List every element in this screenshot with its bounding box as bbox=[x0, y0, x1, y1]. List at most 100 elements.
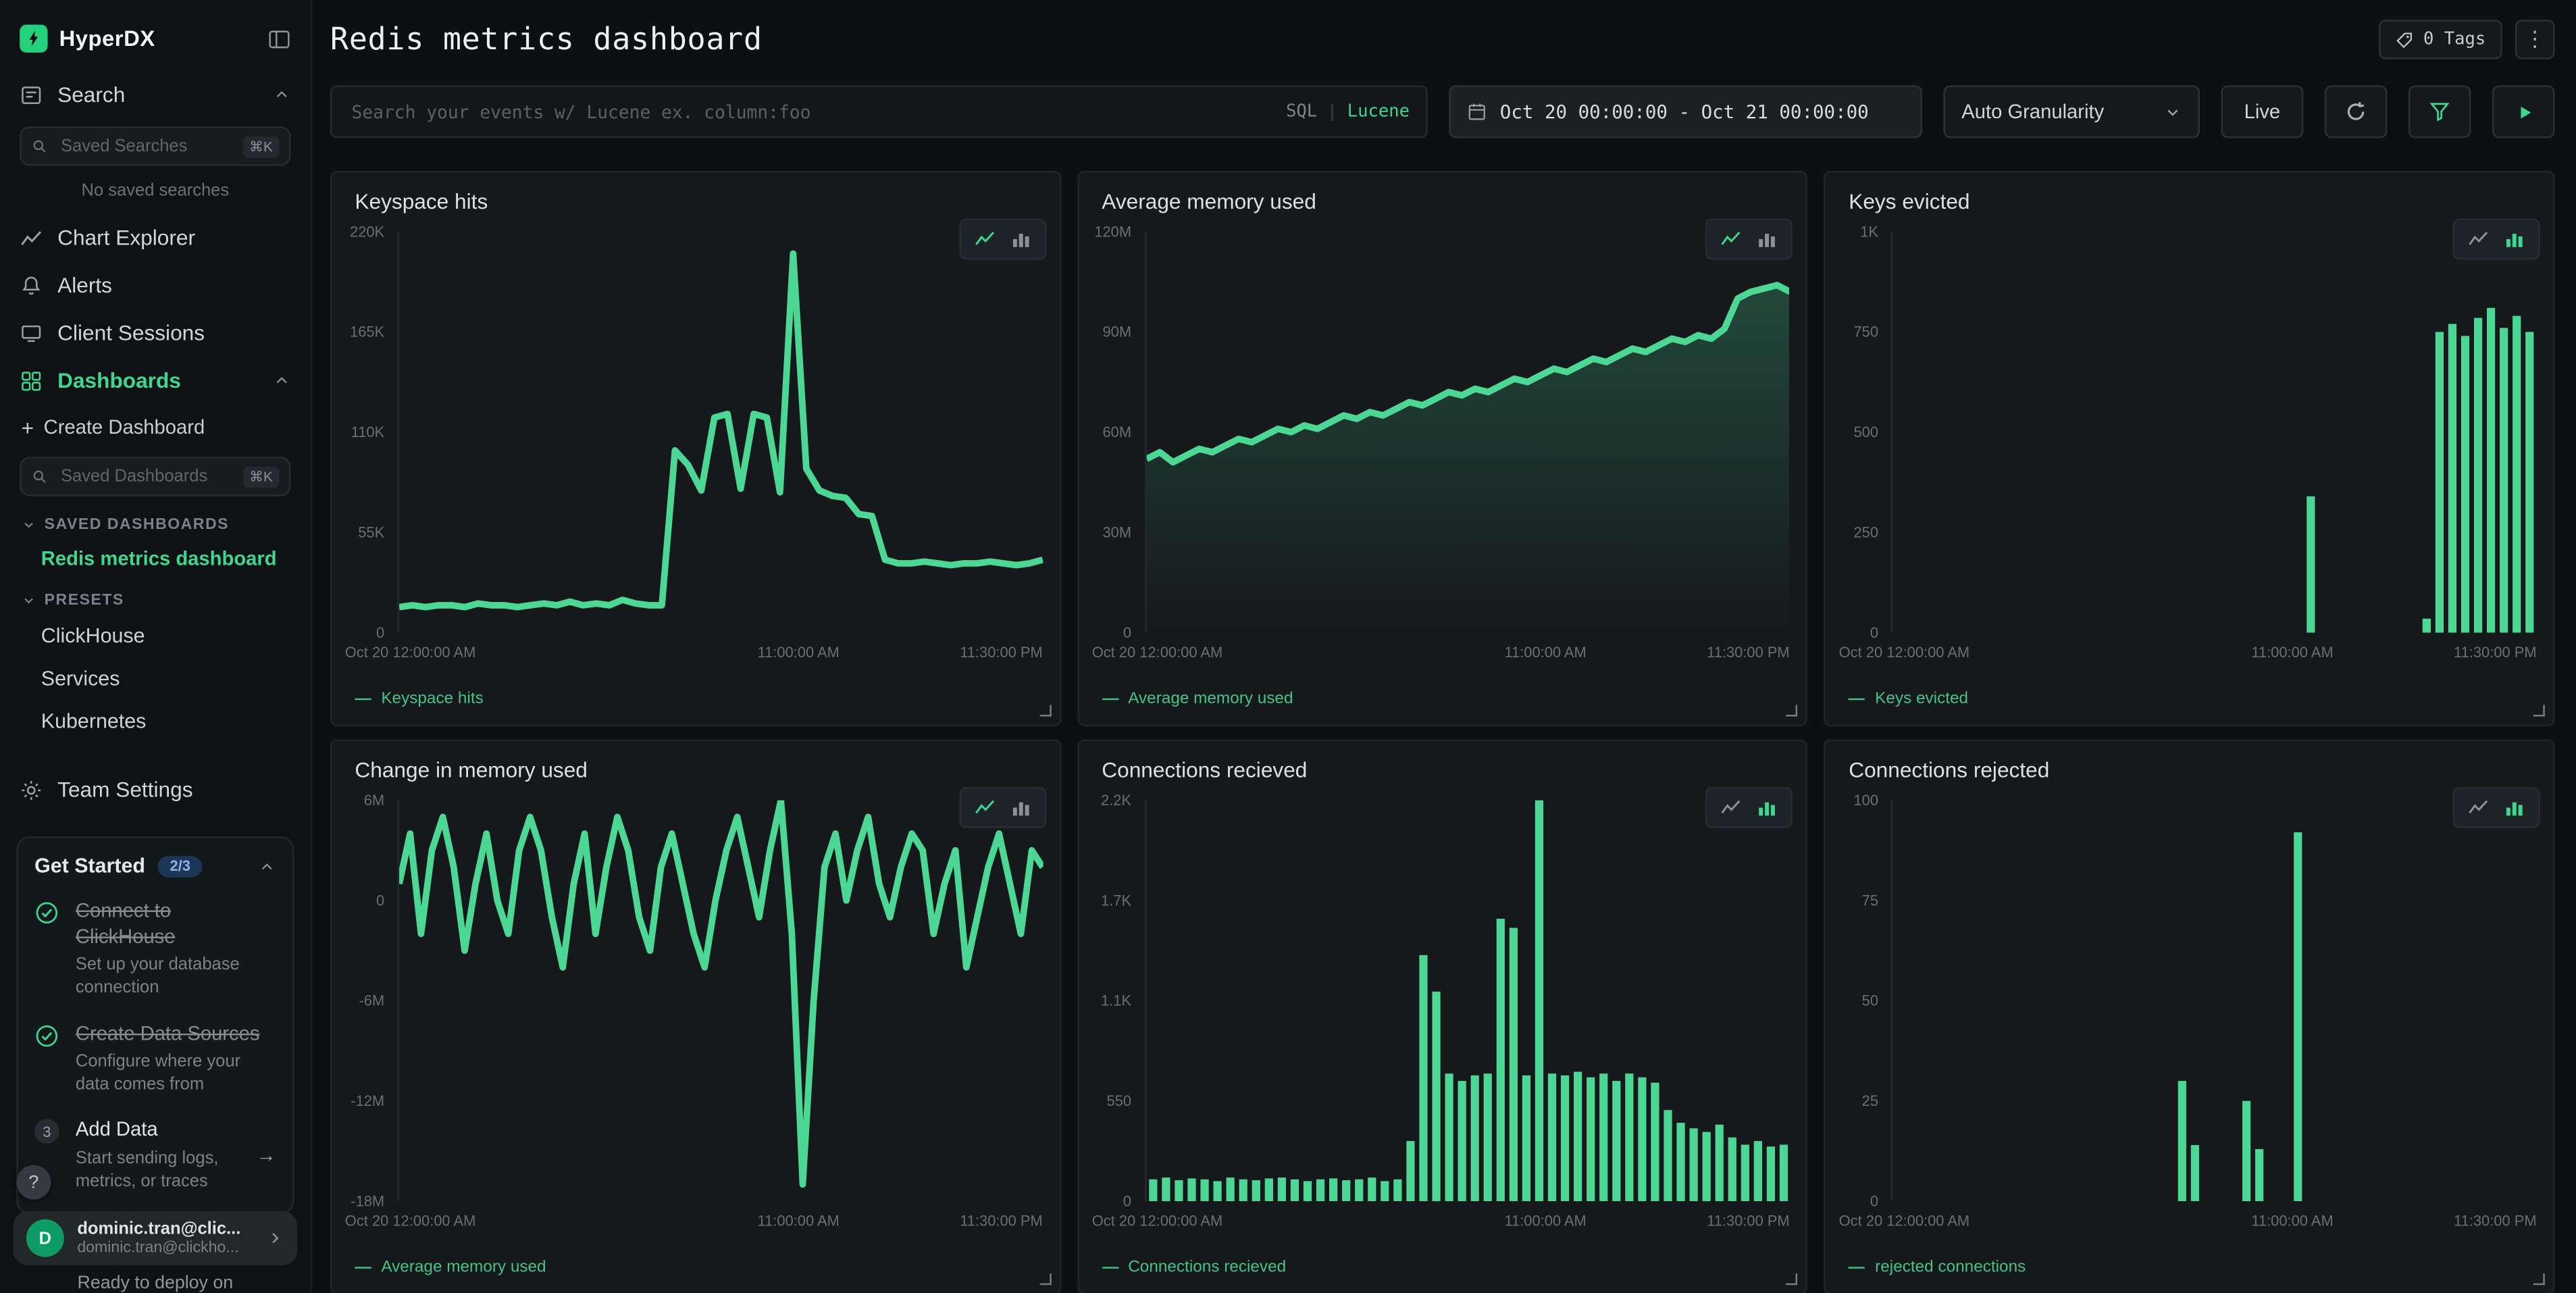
bar-chart-icon[interactable] bbox=[2504, 228, 2525, 250]
bar-chart-icon[interactable] bbox=[1010, 797, 1031, 819]
line-chart-icon[interactable] bbox=[2467, 797, 2489, 819]
chart-panel: Average memory used 120M90M60M30M0 Oct 2… bbox=[1077, 171, 1808, 726]
create-dashboard-button[interactable]: + Create Dashboard bbox=[0, 404, 311, 449]
panel-resize-handle[interactable] bbox=[1039, 1273, 1051, 1285]
x-tick-label: 11:30:00 PM bbox=[2454, 1213, 2537, 1229]
sidebar-item-search[interactable]: Search bbox=[0, 71, 311, 119]
y-tick-label: 1.7K bbox=[1101, 892, 1131, 909]
sidebar-item-alerts[interactable]: Alerts bbox=[0, 261, 311, 309]
sidebar-item-team-settings[interactable]: Team Settings bbox=[0, 765, 311, 813]
line-chart-icon[interactable] bbox=[974, 228, 996, 250]
saved-dashboards-search[interactable]: ⌘K bbox=[20, 457, 290, 496]
sidebar-item-dashboards[interactable]: Dashboards bbox=[0, 357, 311, 405]
play-button[interactable] bbox=[2492, 85, 2554, 138]
panel-resize-handle[interactable] bbox=[1039, 705, 1051, 716]
event-search-input[interactable] bbox=[349, 99, 1273, 124]
tags-button[interactable]: 0 Tags bbox=[2379, 20, 2502, 59]
shortcut-badge: ⌘K bbox=[243, 136, 280, 157]
kebab-menu-button[interactable]: ⋮ bbox=[2515, 20, 2554, 59]
get-started-item-connect[interactable]: Connect to ClickHouse Set up your databa… bbox=[34, 899, 276, 1000]
y-tick-label: 0 bbox=[1870, 624, 1878, 640]
get-started-header[interactable]: Get Started 2/3 bbox=[34, 855, 276, 878]
y-tick-label: 30M bbox=[1102, 524, 1131, 540]
x-tick-label: 11:30:00 PM bbox=[960, 644, 1043, 661]
line-chart-icon[interactable] bbox=[1721, 797, 1743, 819]
user-menu[interactable]: D dominic.tran@clic... dominic.tran@clic… bbox=[13, 1211, 297, 1265]
chart-legend-label: Connections recieved bbox=[1128, 1259, 1286, 1277]
y-tick-label: 0 bbox=[1123, 1193, 1131, 1209]
chart-plot bbox=[398, 232, 1043, 633]
get-started-item-sources[interactable]: Create Data Sources Configure where your… bbox=[34, 1021, 276, 1097]
panel-resize-handle[interactable] bbox=[1786, 1273, 1798, 1285]
help-button[interactable]: ? bbox=[16, 1165, 51, 1200]
chart-plot bbox=[1145, 801, 1790, 1202]
chart-legend: rejected connections bbox=[1849, 1259, 2026, 1277]
saved-dashboards-section[interactable]: SAVED DASHBOARDS bbox=[0, 503, 311, 539]
saved-searches-input[interactable] bbox=[57, 134, 233, 157]
date-range-picker[interactable]: Oct 20 00:00:00 - Oct 21 00:00:00 bbox=[1449, 85, 1922, 138]
dashboard-grid-icon bbox=[20, 369, 44, 392]
team-settings-label: Team Settings bbox=[57, 778, 192, 802]
search-icon bbox=[31, 138, 47, 154]
filter-button[interactable] bbox=[2408, 85, 2471, 138]
legend-marker bbox=[355, 699, 371, 700]
saved-searches-search[interactable]: ⌘K bbox=[20, 126, 290, 166]
y-tick-label: 0 bbox=[1870, 1193, 1878, 1209]
chart-line-icon bbox=[20, 226, 44, 249]
panel-resize-handle[interactable] bbox=[2533, 705, 2545, 716]
get-started-item-add-data[interactable]: 3 Add Data Start sending logs, metrics, … bbox=[34, 1118, 276, 1194]
line-chart-icon[interactable] bbox=[1721, 228, 1743, 250]
preset-services[interactable]: Services bbox=[0, 657, 311, 700]
granularity-select[interactable]: Auto Granularity bbox=[1944, 85, 2200, 138]
refresh-icon bbox=[2344, 100, 2367, 123]
y-tick-label: 1K bbox=[1860, 224, 1878, 240]
panel-resize-handle[interactable] bbox=[2533, 1273, 2545, 1285]
page-title: Redis metrics dashboard bbox=[330, 22, 763, 57]
x-tick-label: Oct 20 12:00:00 AM bbox=[1092, 1213, 1223, 1229]
chevron-up-icon bbox=[258, 857, 276, 875]
presets-section[interactable]: PRESETS bbox=[0, 578, 311, 615]
chart-svg bbox=[1146, 232, 1790, 633]
event-search[interactable]: SQL | Lucene bbox=[330, 85, 1428, 138]
y-tick-label: -18M bbox=[351, 1193, 384, 1209]
chevron-down-icon bbox=[22, 593, 36, 608]
refresh-button[interactable] bbox=[2325, 85, 2387, 138]
lucene-mode-toggle[interactable]: Lucene bbox=[1347, 102, 1410, 122]
chart-legend: Average memory used bbox=[355, 1259, 546, 1277]
arrow-right-icon: → bbox=[256, 1144, 276, 1167]
chart-svg bbox=[399, 801, 1043, 1202]
clickhouse-cloud-promo[interactable]: Ready to deploy on ClickHouse Cloud? bbox=[0, 1272, 311, 1293]
sidebar-item-client-sessions[interactable]: Client Sessions bbox=[0, 309, 311, 357]
saved-dashboards-input[interactable] bbox=[57, 465, 233, 488]
chart-type-toolbar bbox=[2453, 219, 2540, 260]
get-started-progress-badge: 2/3 bbox=[158, 855, 201, 877]
chevron-down-icon bbox=[22, 517, 36, 532]
sidebar-item-redis-dashboard[interactable]: Redis metrics dashboard bbox=[0, 539, 311, 578]
hyperdx-logo[interactable]: HyperDX bbox=[20, 24, 155, 52]
bar-chart-icon[interactable] bbox=[1757, 797, 1778, 819]
legend-marker bbox=[1849, 1267, 1865, 1268]
line-chart-icon[interactable] bbox=[2467, 228, 2489, 250]
sql-mode-toggle[interactable]: SQL bbox=[1286, 102, 1317, 122]
y-tick-label: -12M bbox=[351, 1093, 384, 1109]
y-tick-label: 750 bbox=[1853, 324, 1878, 340]
preset-clickhouse[interactable]: ClickHouse bbox=[0, 615, 311, 657]
preset-kubernetes[interactable]: Kubernetes bbox=[0, 700, 311, 742]
line-chart-icon[interactable] bbox=[974, 797, 996, 819]
chart-legend-label: Keyspace hits bbox=[381, 690, 483, 709]
create-dashboard-label: Create Dashboard bbox=[44, 415, 205, 438]
y-tick-label: 55K bbox=[358, 524, 384, 540]
live-button[interactable]: Live bbox=[2221, 85, 2304, 138]
bar-chart-icon[interactable] bbox=[1757, 228, 1778, 250]
sidebar-item-chart-explorer[interactable]: Chart Explorer bbox=[0, 213, 311, 261]
chart-plot bbox=[398, 801, 1043, 1202]
bar-chart-icon[interactable] bbox=[1010, 228, 1031, 250]
nav-label: Alerts bbox=[57, 273, 112, 297]
panel-resize-handle[interactable] bbox=[1786, 705, 1798, 716]
chart-title: Connections recieved bbox=[1102, 757, 1307, 782]
chart-svg bbox=[1146, 801, 1790, 1202]
y-tick-label: 110K bbox=[351, 424, 385, 440]
sidebar-collapse-icon[interactable] bbox=[267, 27, 290, 50]
x-axis-labels: Oct 20 12:00:00 AM11:00:00 AM11:30:00 PM bbox=[1839, 644, 2537, 664]
bar-chart-icon[interactable] bbox=[2504, 797, 2525, 819]
